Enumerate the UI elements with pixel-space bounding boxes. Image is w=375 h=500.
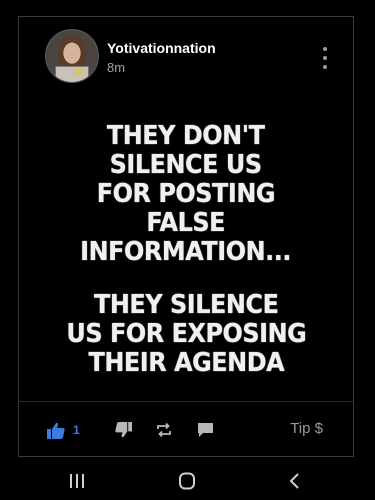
screen: Yotivationnation 8m THEY DON'T SILENCE U… — [0, 0, 375, 500]
back-icon — [289, 473, 299, 489]
post-header: Yotivationnation 8m — [19, 17, 353, 97]
repost-icon — [157, 423, 171, 437]
meme-text-line: THEY SILENCE — [93, 290, 279, 320]
vertical-ellipsis-icon[interactable] — [319, 47, 331, 69]
like-count: 1 — [73, 423, 80, 437]
meme-text-line: INFORMATION... — [80, 237, 292, 267]
dislike-button[interactable] — [115, 420, 132, 440]
repost-button[interactable] — [156, 420, 172, 440]
avatar[interactable] — [45, 29, 99, 83]
thumbs-up-icon — [47, 422, 65, 439]
thumbs-down-icon — [115, 422, 132, 438]
meme-text-line: THEIR AGENDA — [88, 348, 284, 378]
comment-icon — [198, 423, 213, 437]
recent-apps-button[interactable] — [62, 470, 92, 492]
home-icon — [179, 472, 195, 490]
meme-text-line: SILENCE US — [109, 150, 263, 180]
comment-button[interactable] — [197, 420, 214, 440]
post-timestamp: 8m — [107, 60, 126, 75]
post-image[interactable]: THEY DON'T SILENCE US FOR POSTING FALSE … — [19, 97, 353, 403]
home-button[interactable] — [172, 470, 202, 492]
meme-text-line: US FOR EXPOSING — [66, 319, 306, 349]
system-nav-bar — [0, 462, 375, 500]
back-button[interactable] — [280, 470, 310, 492]
meme-text-line: FALSE — [146, 208, 226, 238]
post-author[interactable]: Yotivationnation — [107, 40, 216, 56]
meme-text-line: FOR POSTING — [96, 179, 276, 209]
tip-button[interactable]: Tip $ — [290, 420, 323, 437]
post-card: Yotivationnation 8m THEY DON'T SILENCE U… — [18, 16, 354, 457]
post-actions: 1 Tip $ — [19, 401, 353, 456]
avatar-photo — [46, 30, 98, 82]
meme-text-line: THEY DON'T — [107, 121, 265, 151]
recent-apps-icon — [70, 474, 84, 488]
like-button[interactable]: 1 — [47, 420, 80, 440]
